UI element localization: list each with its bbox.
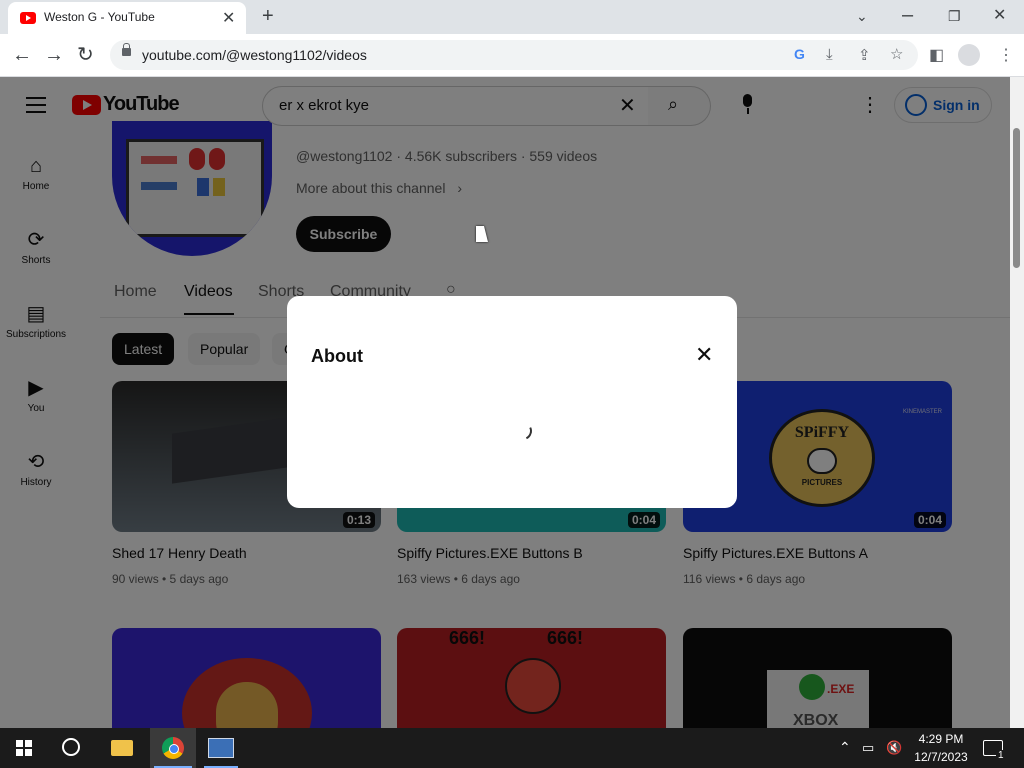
clock-date[interactable]: 12/7/2023 — [912, 750, 970, 764]
close-dialog-icon[interactable]: ✕ — [695, 344, 713, 366]
chrome-taskbar-button[interactable] — [150, 728, 196, 768]
remote-desktop-icon[interactable] — [208, 738, 234, 758]
side-panel-icon[interactable]: ◧ — [929, 45, 944, 65]
address-bar[interactable]: youtube.com/@westong1102/videos G ⤓ ⇪ ☆ — [110, 40, 918, 70]
lock-icon — [122, 43, 131, 56]
forward-button[interactable]: → — [44, 45, 64, 65]
file-explorer-icon[interactable] — [111, 740, 133, 756]
close-window-button[interactable]: ✕ — [993, 6, 1006, 26]
scrollbar-thumb[interactable] — [1013, 128, 1020, 268]
new-tab-button[interactable]: + — [262, 6, 274, 26]
show-hidden-icons-icon[interactable]: ⌃ — [839, 739, 851, 756]
install-app-icon[interactable]: ⤓ — [826, 46, 833, 63]
browser-tab[interactable]: Weston G - YouTube ✕ — [8, 2, 246, 34]
network-icon[interactable]: ▭ — [862, 740, 874, 756]
share-icon[interactable]: ⇪ — [858, 46, 871, 64]
youtube-favicon-icon — [20, 12, 36, 24]
address-url: youtube.com/@westong1102/videos — [142, 47, 367, 63]
reload-button[interactable]: ↻ — [77, 45, 94, 65]
notification-count-badge: 1 — [996, 750, 1006, 761]
mouse-cursor-icon — [476, 226, 488, 242]
minimize-window-button[interactable]: – — [902, 5, 913, 25]
back-button[interactable]: ← — [12, 45, 32, 65]
tab-close-icon[interactable]: ✕ — [222, 8, 235, 28]
dialog-title: About — [311, 346, 363, 366]
tab-title: Weston G - YouTube — [44, 10, 155, 24]
google-lens-icon[interactable]: G — [794, 46, 805, 62]
loading-spinner-icon — [511, 419, 535, 443]
volume-muted-icon[interactable]: 🔇 — [886, 740, 902, 756]
taskbar-search-icon[interactable] — [62, 738, 80, 756]
tab-search-chevron-icon[interactable]: ⌄ — [856, 6, 868, 26]
bookmark-star-icon[interactable]: ☆ — [890, 45, 903, 63]
about-dialog: About ✕ — [287, 296, 737, 508]
chrome-menu-icon[interactable]: ⋮ — [998, 45, 1014, 65]
profile-avatar[interactable] — [958, 44, 980, 66]
restore-window-button[interactable]: ❐ — [948, 6, 961, 26]
clock-time[interactable]: 4:29 PM — [916, 732, 966, 746]
windows-start-icon[interactable] — [16, 740, 32, 756]
